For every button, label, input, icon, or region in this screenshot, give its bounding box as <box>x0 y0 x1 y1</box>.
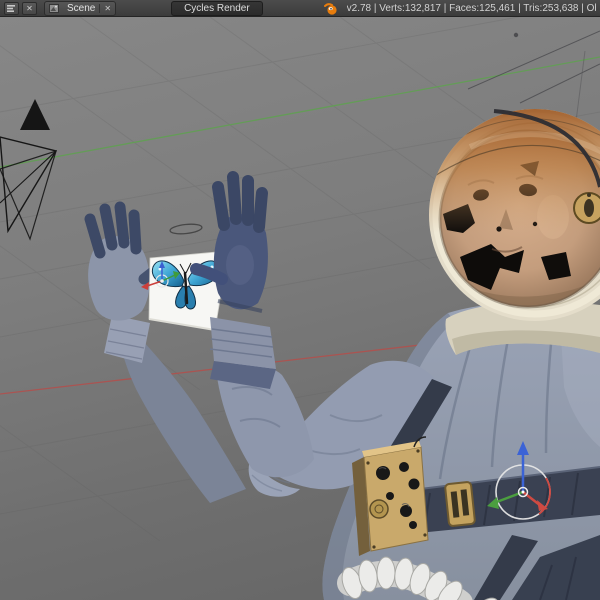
render-engine-label: Cycles Render <box>184 2 250 14</box>
blender-logo <box>323 2 338 15</box>
lattice-vertex <box>513 32 519 38</box>
scene-browse-icon <box>49 3 59 13</box>
close-icon: ✕ <box>104 3 112 13</box>
wire-circle-object[interactable] <box>169 223 203 235</box>
editor-type-button[interactable] <box>4 1 19 15</box>
info-editor-icon <box>7 4 15 12</box>
chest-control-panel[interactable] <box>352 436 429 556</box>
belt-buckle[interactable] <box>444 481 476 527</box>
close-icon: ✕ <box>26 3 33 13</box>
scene-selector: Scene ✕ <box>44 0 117 16</box>
3d-viewport[interactable] <box>0 17 600 600</box>
blender-logo-icon <box>323 2 337 15</box>
unlink-screen-button[interactable]: ✕ <box>22 1 37 15</box>
astronaut-helmet[interactable] <box>424 103 600 321</box>
info-editor-header: ✕ Scene ✕ Cycles Render v2.78 | Verts:13… <box>0 0 600 17</box>
viewport-canvas[interactable] <box>0 17 600 600</box>
unlink-scene-button[interactable]: ✕ <box>99 3 115 13</box>
headset-earmuff <box>573 192 600 224</box>
panel-emblem <box>369 499 389 519</box>
scene-name[interactable]: Scene <box>63 2 99 15</box>
scene-stats: v2.78 | Verts:132,817 | Faces:125,461 | … <box>346 2 596 14</box>
helmet-reflection <box>429 109 600 233</box>
browse-scene-button[interactable] <box>45 2 63 15</box>
render-engine-dropdown[interactable]: Cycles Render <box>171 0 263 16</box>
camera-object[interactable] <box>0 99 58 241</box>
